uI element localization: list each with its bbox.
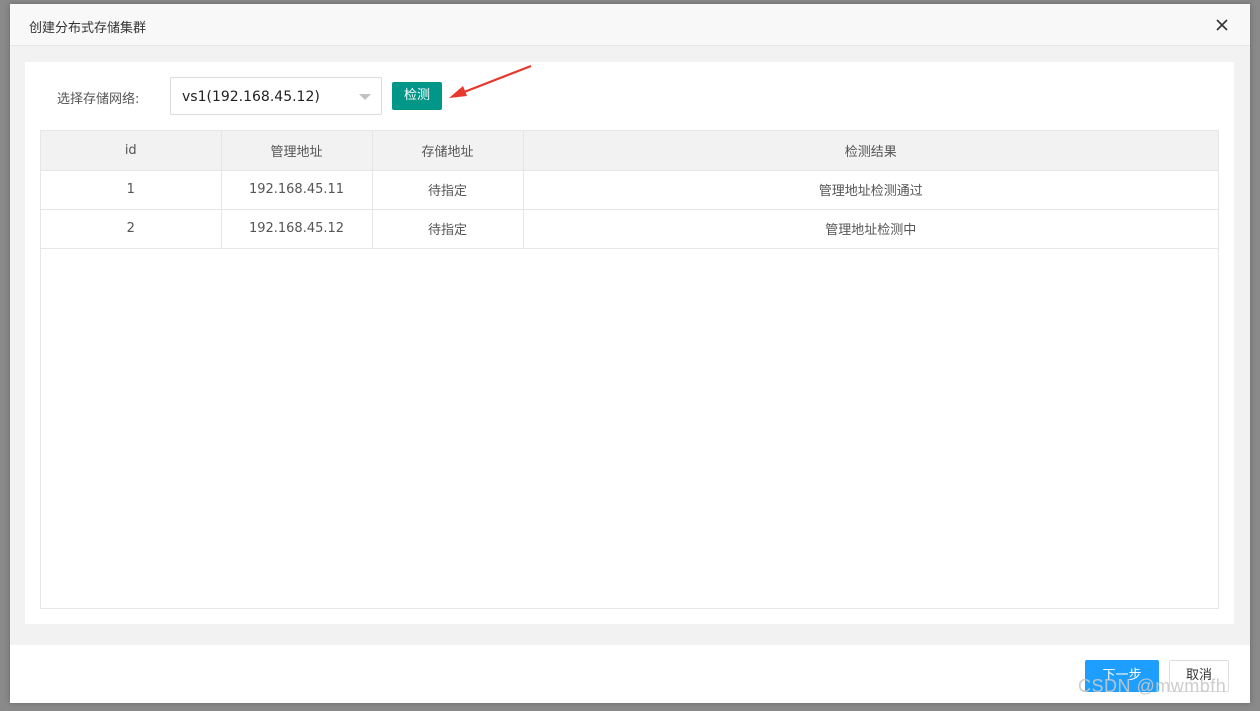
chevron-down-icon	[359, 94, 371, 100]
network-label: 选择存储网络:	[57, 92, 140, 107]
network-select-value: vs1(192.168.45.12)	[182, 89, 320, 105]
cell-storage-address: 待指定	[372, 209, 524, 249]
close-icon[interactable]	[1214, 17, 1230, 33]
column-header-storage-address: 存储地址	[372, 131, 524, 171]
table-header-row: id 管理地址 存储地址 检测结果	[41, 131, 1218, 171]
table-row: 1 192.168.45.11 待指定 管理地址检测通过	[41, 170, 1218, 210]
detect-button[interactable]: 检测	[392, 82, 442, 110]
detection-table: id 管理地址 存储地址 检测结果 1 192.168.45.11 待指定 管理…	[40, 130, 1219, 609]
create-cluster-dialog: 创建分布式存储集群 选择存储网络: vs1(192.168.45.12) 检测	[10, 4, 1250, 703]
column-header-detect-result: 检测结果	[523, 131, 1218, 171]
network-select[interactable]: vs1(192.168.45.12)	[170, 77, 382, 115]
column-header-id: id	[41, 131, 222, 171]
cell-mgmt-address: 192.168.45.11	[221, 170, 373, 210]
cell-storage-address: 待指定	[372, 170, 524, 210]
dialog-title: 创建分布式存储集群	[29, 21, 147, 36]
cell-detect-result: 管理地址检测中	[523, 209, 1218, 249]
table-row: 2 192.168.45.12 待指定 管理地址检测中	[41, 209, 1218, 249]
content-panel: 选择存储网络: vs1(192.168.45.12) 检测 id 管理地址 存储…	[25, 62, 1234, 624]
cell-mgmt-address: 192.168.45.12	[221, 209, 373, 249]
annotation-arrow-icon	[449, 64, 532, 98]
dialog-header: 创建分布式存储集群	[10, 4, 1250, 46]
cell-id: 2	[41, 209, 222, 249]
column-header-mgmt-address: 管理地址	[221, 131, 373, 171]
watermark: CSDN @mwmbfh	[1078, 676, 1227, 696]
cell-id: 1	[41, 170, 222, 210]
dialog-footer: 下一步 取消	[10, 645, 1250, 703]
cell-detect-result: 管理地址检测通过	[523, 170, 1218, 210]
